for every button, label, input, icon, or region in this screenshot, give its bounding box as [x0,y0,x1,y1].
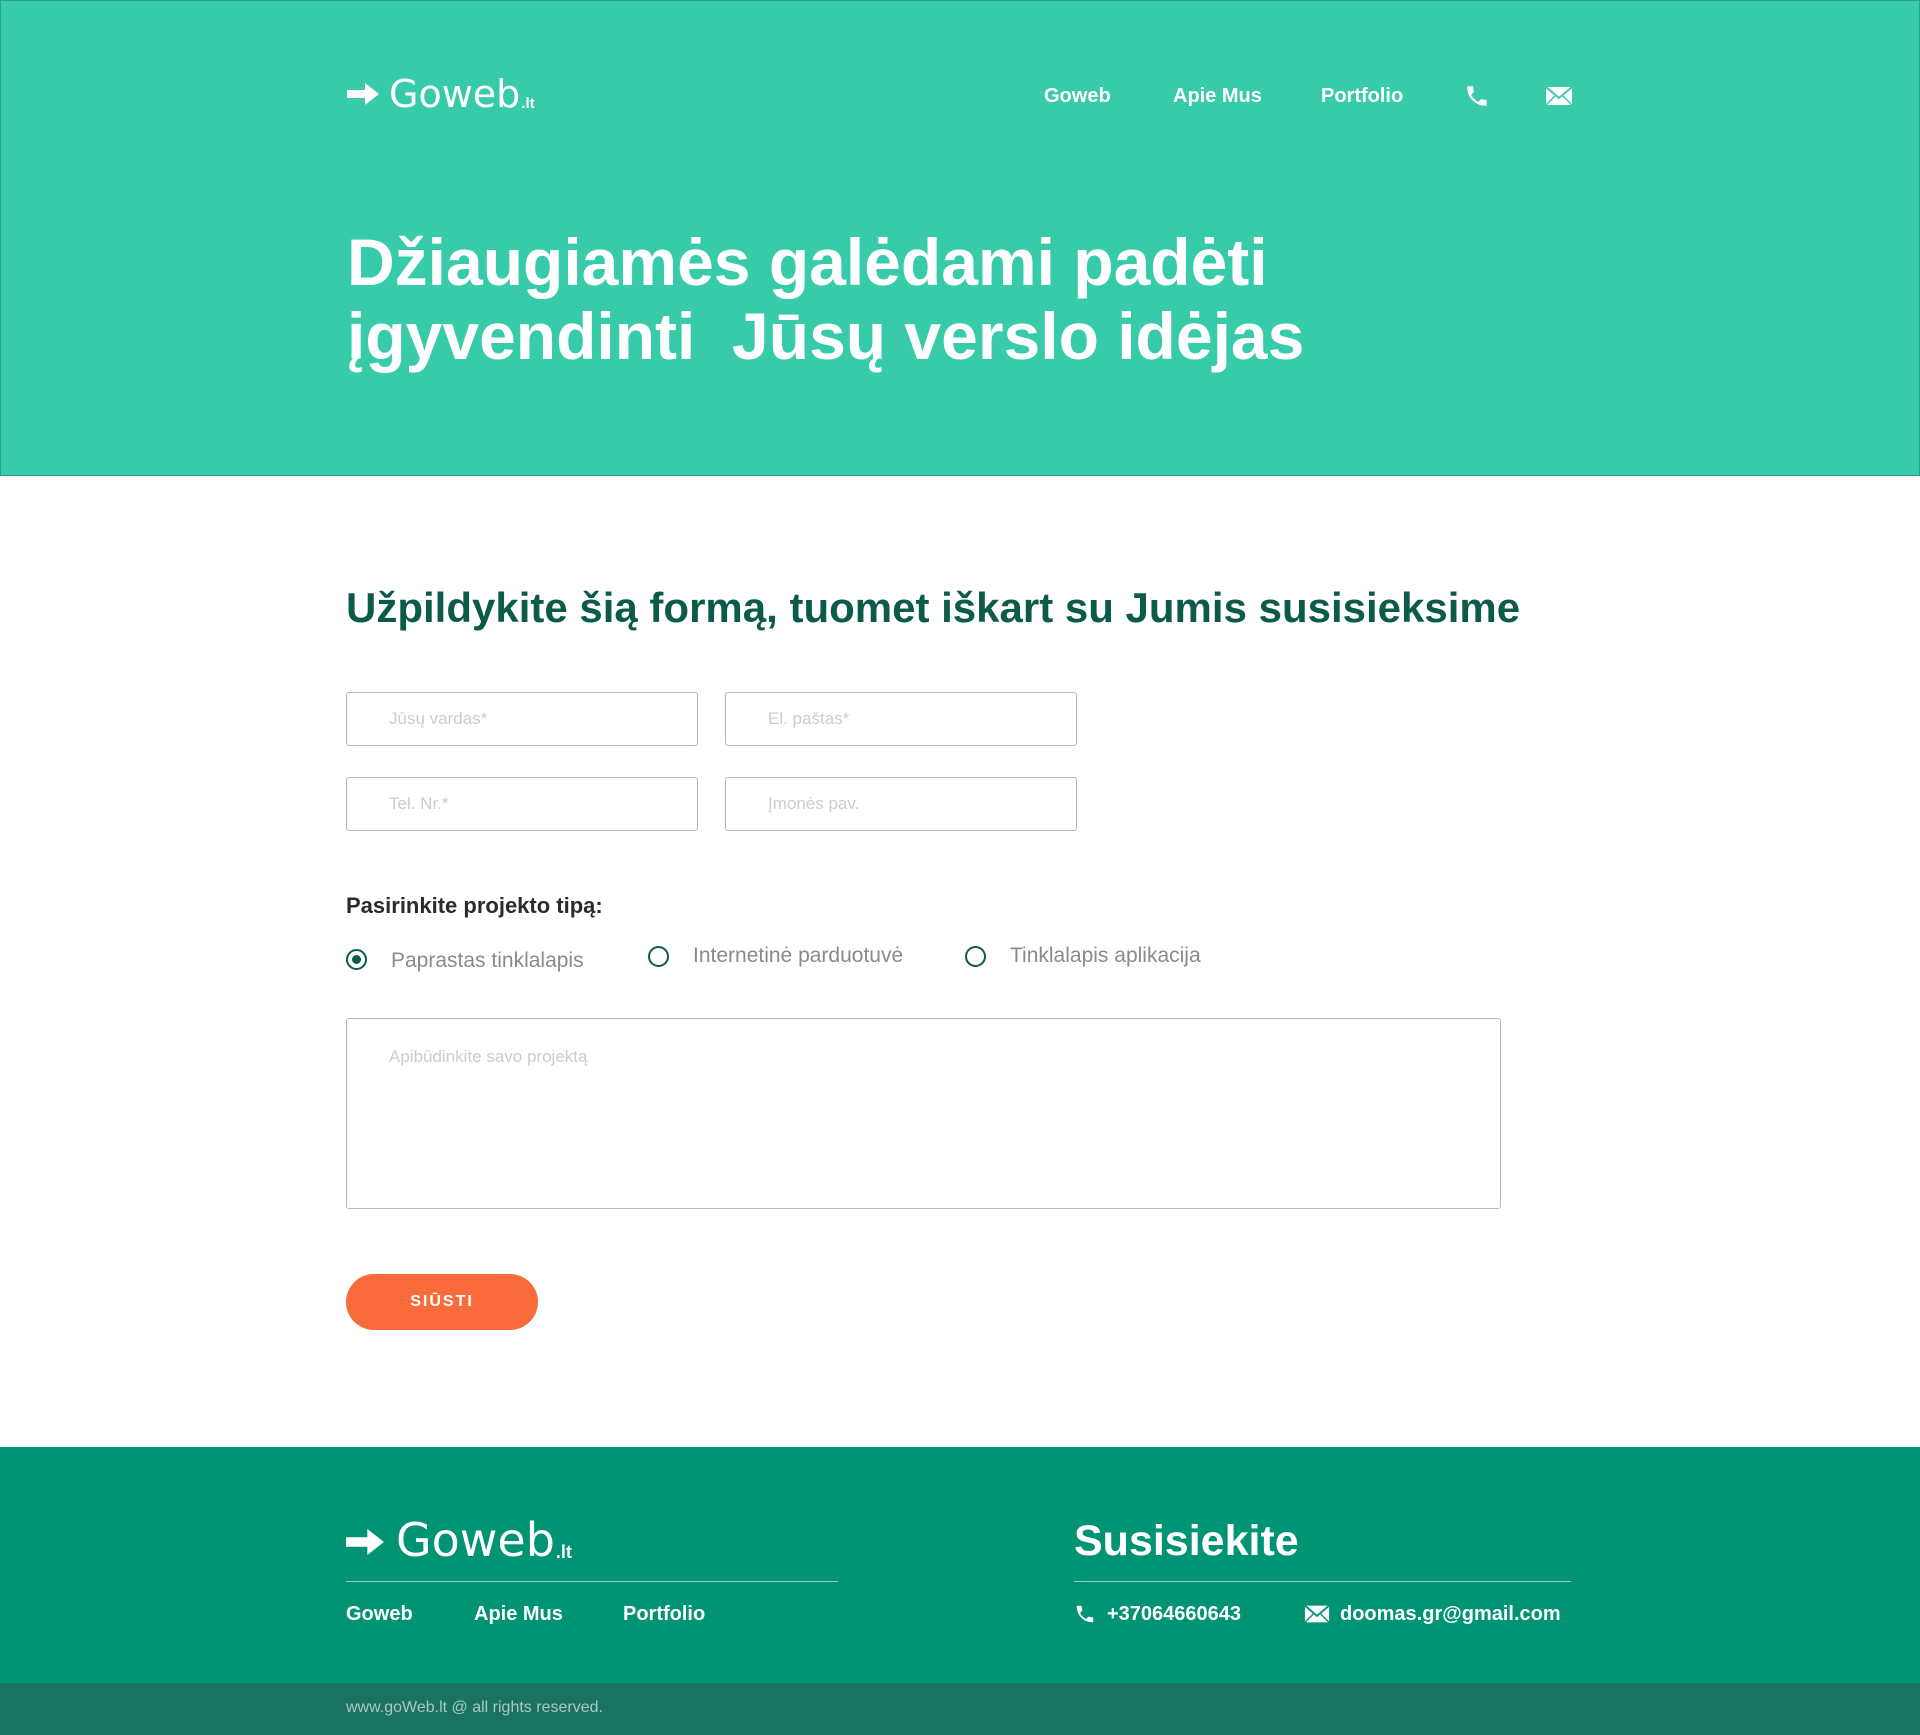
mail-icon [1304,1604,1330,1623]
radio-paprastas-tinklalapis[interactable]: Paprastas tinklalapis [346,944,584,974]
footer-email-link[interactable]: doomas.gr@gmail.com [1340,1599,1561,1629]
copyright-bar: www.goWeb.lt @ all rights reserved. [0,1683,1920,1735]
brand-tld: .lt [555,1542,572,1562]
footer: Goweb .lt Susisiekite Goweb Apie Mus Por… [0,1447,1920,1683]
company-field[interactable] [725,777,1077,831]
hero-title-line-1: Džiaugiamės galėdami padėti [347,225,1268,299]
footer-logo[interactable]: Goweb .lt [346,1517,572,1563]
radio-circle[interactable] [346,948,367,970]
copyright-text: www.goWeb.lt @ all rights reserved. [346,1699,603,1716]
footer-divider-right [1074,1581,1571,1582]
phone-icon[interactable] [1464,83,1490,109]
project-description-field[interactable] [346,1018,1501,1209]
phone-field[interactable] [346,777,698,831]
hero-header: Goweb .lt Goweb Apie Mus Portfolio Džiau… [0,0,1920,476]
mail-icon[interactable] [1545,83,1573,109]
hero-title: Džiaugiamės galėdami padėti įgyvendinti … [347,225,1447,373]
nav-item-apie-mus[interactable]: Apie Mus [1173,81,1262,111]
email-field[interactable] [725,692,1077,746]
submit-button[interactable]: SIŪSTI [346,1274,538,1330]
nav-item-portfolio[interactable]: Portfolio [1321,81,1403,111]
nav-item-goweb[interactable]: Goweb [1044,81,1111,111]
radio-label: Paprastas tinklalapis [391,949,584,972]
form-title: Užpildykite šią formą, tuomet iškart su … [346,584,1521,631]
contact-title: Susisiekite [1074,1517,1299,1565]
radio-label: Tinklalapis aplikacija [1010,944,1201,967]
radio-tinklalapis-aplikacija[interactable]: Tinklalapis aplikacija [965,943,1201,969]
project-type-label: Pasirinkite projekto tipą: [346,893,603,918]
footer-phone-link[interactable]: +37064660643 [1107,1599,1241,1629]
footer-link-goweb[interactable]: Goweb [346,1599,413,1629]
radio-circle[interactable] [965,945,986,967]
phone-icon [1076,1605,1094,1623]
main-nav: Goweb Apie Mus Portfolio [1,81,1920,111]
footer-link-apie-mus[interactable]: Apie Mus [474,1599,563,1629]
brand-name: Goweb [396,1513,555,1567]
name-field[interactable] [346,692,698,746]
footer-divider-left [346,1581,838,1582]
footer-link-portfolio[interactable]: Portfolio [623,1599,705,1629]
radio-circle[interactable] [648,945,669,967]
arrow-right-icon [346,1529,384,1555]
radio-label: Internetinė parduotuvė [693,944,904,967]
hero-title-line-2: įgyvendinti Jūsų verslo idėjas [347,299,1305,373]
radio-internetine-parduotuve[interactable]: Internetinė parduotuvė [648,943,903,969]
